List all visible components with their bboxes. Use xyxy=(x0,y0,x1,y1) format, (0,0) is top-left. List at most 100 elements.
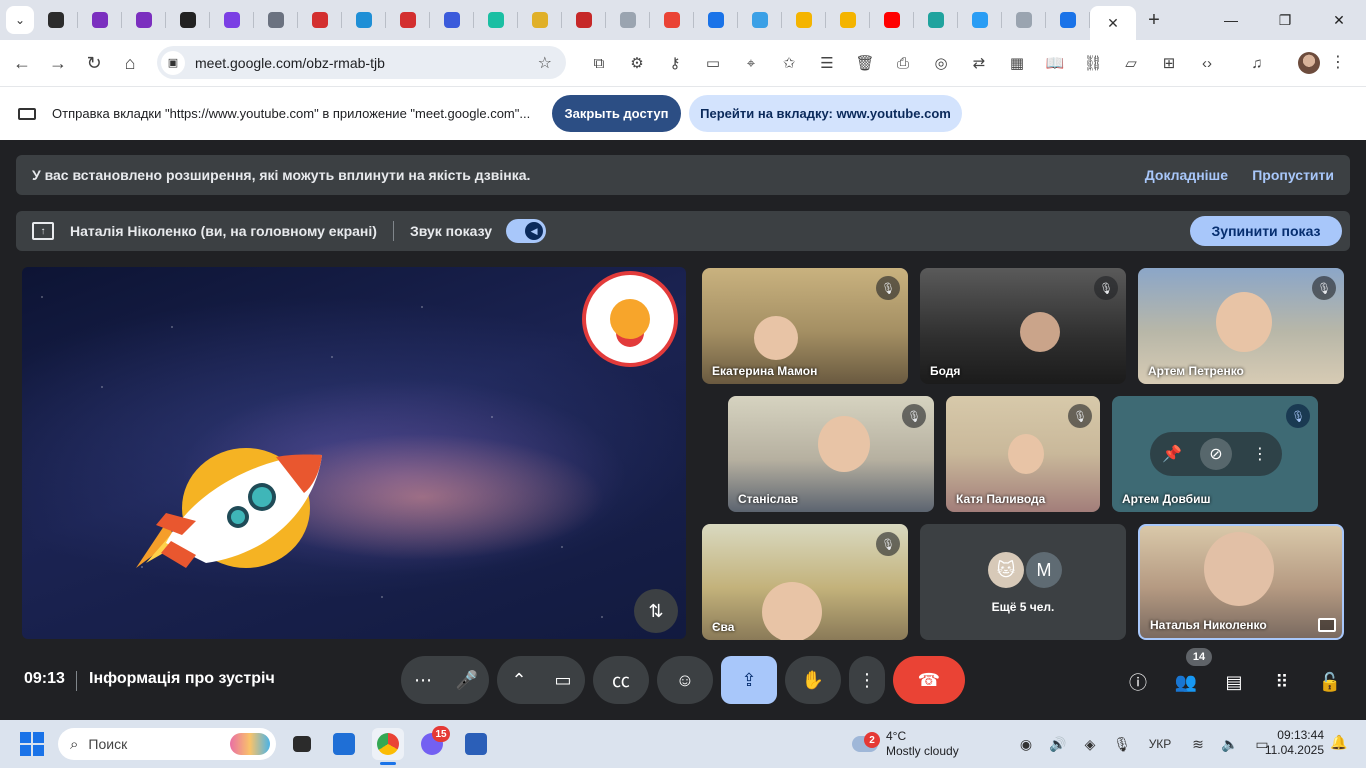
activities-grid-icon[interactable]: ⠿ xyxy=(1268,668,1296,696)
reading-list-icon[interactable]: ☰ xyxy=(808,54,846,72)
stop-sharing-button[interactable]: Закрыть доступ xyxy=(552,95,681,132)
home-icon[interactable]: ⌂ xyxy=(112,45,148,81)
minimize-icon[interactable]: — xyxy=(1204,0,1258,40)
taskbar-search[interactable]: ⌕ Поиск xyxy=(58,728,276,760)
audio-settings-icon[interactable]: ⋯ xyxy=(401,670,445,691)
participant-tile[interactable]: 🎙 Бодя xyxy=(920,268,1126,384)
address-url[interactable]: meet.google.com/obz-rmab-tjb xyxy=(195,55,385,71)
captions-button[interactable]: ㏄ xyxy=(593,656,649,704)
present-button[interactable]: ⇪ xyxy=(721,656,777,704)
word-icon[interactable] xyxy=(460,728,492,760)
task-view-icon[interactable] xyxy=(286,728,318,760)
browser-tab[interactable] xyxy=(342,0,386,40)
browser-tab[interactable] xyxy=(782,0,826,40)
taskbar-clock[interactable]: 09:13:44 11.04.2025 xyxy=(1262,728,1324,758)
more-participants-tile[interactable]: 🐱 M Ещё 5 чел. xyxy=(920,524,1126,640)
browser-tab[interactable] xyxy=(606,0,650,40)
browser-tab[interactable] xyxy=(650,0,694,40)
microphone-tray-icon[interactable]: 🎙 xyxy=(1106,736,1138,753)
notification-bell-icon[interactable]: 🔔 xyxy=(1330,734,1347,751)
browser-tab[interactable] xyxy=(34,0,78,40)
browser-tab[interactable] xyxy=(430,0,474,40)
window-close-icon[interactable]: ✕ xyxy=(1312,0,1366,40)
browser-tab[interactable] xyxy=(870,0,914,40)
reactions-button[interactable]: ☺ xyxy=(657,656,713,704)
payment-card-icon[interactable]: ▭ xyxy=(694,54,732,72)
browser-tab[interactable] xyxy=(122,0,166,40)
people-icon[interactable]: 👥 xyxy=(1172,668,1200,696)
copy-link-icon[interactable]: ⛓ xyxy=(1074,54,1112,72)
camera-site-icon[interactable]: ▣ xyxy=(161,50,185,75)
address-bar[interactable]: ▣ meet.google.com/obz-rmab-tjb ☆ xyxy=(157,46,566,79)
camera-icon[interactable]: ▭ xyxy=(541,670,585,691)
browser-tab[interactable] xyxy=(254,0,298,40)
reader-mode-icon[interactable]: 📖 xyxy=(1036,54,1074,72)
favorites-star-icon[interactable]: ✩ xyxy=(770,54,808,72)
print-icon[interactable]: ⎙ xyxy=(884,55,922,72)
leave-call-button[interactable]: ☎ xyxy=(893,656,965,704)
chrome-icon[interactable] xyxy=(372,728,404,760)
browser-menu-icon[interactable]: ⋮ xyxy=(1330,52,1346,72)
browser-tab[interactable] xyxy=(958,0,1002,40)
pin-icon[interactable]: 📌 xyxy=(1156,438,1188,470)
translate-icon[interactable]: ⇄ xyxy=(960,54,998,72)
viber-tray-icon[interactable]: ◉ xyxy=(1010,736,1042,753)
maximize-icon[interactable]: ❐ xyxy=(1258,0,1312,40)
browser-tab[interactable] xyxy=(694,0,738,40)
participant-tile[interactable]: 🎙 Артем Петренко xyxy=(1138,268,1344,384)
media-control-icon[interactable]: ♫ xyxy=(1238,55,1276,72)
picture-in-picture-icon[interactable] xyxy=(1318,618,1336,632)
learn-more-link[interactable]: Докладніше xyxy=(1145,167,1228,183)
info-icon[interactable]: ⓘ xyxy=(1124,668,1152,696)
participant-tile[interactable]: 🎙 Станіслав xyxy=(728,396,934,512)
raise-hand-button[interactable]: ✋ xyxy=(785,656,841,704)
table-icon[interactable]: ⊞ xyxy=(1150,54,1188,72)
tab-close-icon[interactable]: ✕ xyxy=(1107,15,1119,32)
bookmark-star-icon[interactable]: ☆ xyxy=(538,53,552,73)
browser-tab[interactable] xyxy=(78,0,122,40)
browser-tab[interactable] xyxy=(1002,0,1046,40)
swap-view-icon[interactable]: ⇅ xyxy=(634,589,678,633)
extension-icon-1[interactable]: ⚙ xyxy=(618,54,656,72)
volume-icon[interactable]: 🔈 xyxy=(1214,736,1246,753)
extensions-puzzle-icon[interactable]: ⧉ xyxy=(580,55,618,72)
profile-avatar[interactable] xyxy=(1298,52,1320,74)
browser-tab[interactable] xyxy=(562,0,606,40)
browser-tab[interactable] xyxy=(210,0,254,40)
reload-icon[interactable]: ↻ xyxy=(76,45,112,81)
participant-tile[interactable]: 🎙 Катя Паливода xyxy=(946,396,1100,512)
chat-icon[interactable]: ▤ xyxy=(1220,668,1248,696)
meeting-info-label[interactable]: Інформація про зустріч xyxy=(89,670,275,688)
more-options-button[interactable]: ⋮ xyxy=(849,656,885,704)
tab-search-icon[interactable]: ⌄ xyxy=(6,6,34,34)
participant-tile[interactable]: 🎙 📌 ⊘ ⋮ Артем Довбиш xyxy=(1112,396,1318,512)
chevron-up-icon[interactable]: ⌃ xyxy=(497,670,541,691)
browser-tab[interactable] xyxy=(826,0,870,40)
forward-icon[interactable]: → xyxy=(40,45,76,81)
store-icon[interactable] xyxy=(328,728,360,760)
language-indicator[interactable]: УКР xyxy=(1138,737,1182,751)
self-view-tile[interactable]: Наталья Николенко xyxy=(1138,524,1344,640)
microphone-icon[interactable]: 🎤 xyxy=(445,670,489,691)
stop-presenting-button[interactable]: Зупинити показ xyxy=(1190,216,1342,246)
browser-tab[interactable] xyxy=(914,0,958,40)
defender-icon[interactable]: ◈ xyxy=(1074,736,1106,753)
back-icon[interactable]: ← xyxy=(4,45,40,81)
screenshot-icon[interactable]: ◎ xyxy=(922,54,960,72)
more-options-icon[interactable]: ⋮ xyxy=(1244,438,1276,470)
go-to-tab-button[interactable]: Перейти на вкладку: www.youtube.com xyxy=(689,95,962,132)
browser-tab[interactable] xyxy=(474,0,518,40)
cast-icon[interactable]: ▱ xyxy=(1112,54,1150,72)
windows-start-icon[interactable] xyxy=(20,732,44,756)
password-key-icon[interactable]: ⚷ xyxy=(656,54,694,72)
browser-tab[interactable] xyxy=(166,0,210,40)
weather-widget[interactable]: 2 4°C Mostly cloudy xyxy=(852,728,959,760)
volume-speaker-icon[interactable]: 🔊 xyxy=(1042,736,1074,753)
new-tab-icon[interactable]: + xyxy=(1136,9,1172,32)
share-audio-toggle[interactable]: ◀ xyxy=(506,219,547,243)
skip-link[interactable]: Пропустити xyxy=(1252,167,1334,183)
active-tab[interactable]: ✕ xyxy=(1090,6,1136,40)
host-controls-lock-icon[interactable]: 🔓 xyxy=(1316,668,1344,696)
browser-tab[interactable] xyxy=(738,0,782,40)
participant-tile[interactable]: 🎙 Екатерина Мамон xyxy=(702,268,908,384)
